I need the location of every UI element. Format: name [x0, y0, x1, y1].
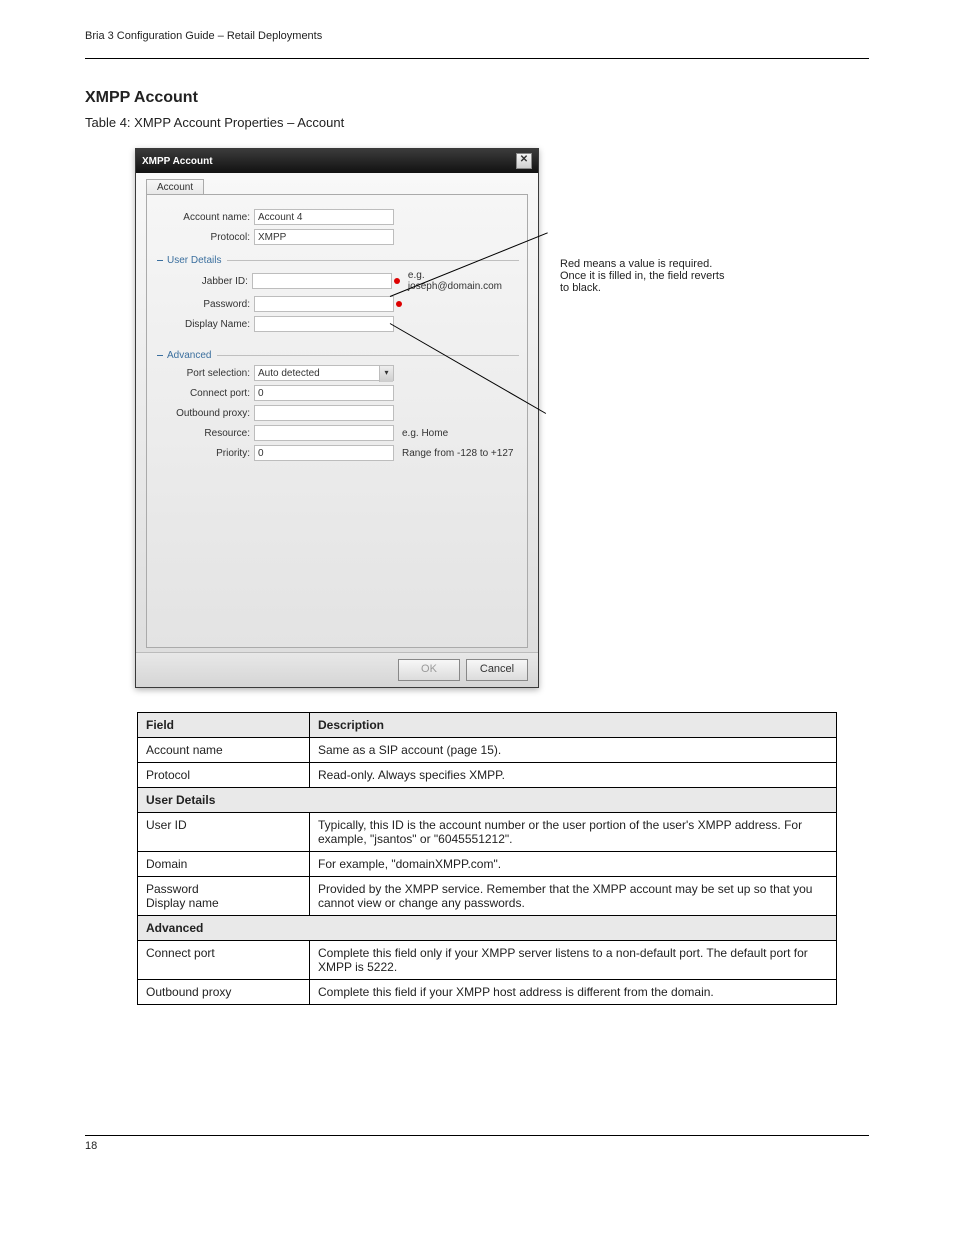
connect-port-input[interactable]: 0	[254, 385, 394, 401]
priority-hint: Range from -128 to +127	[402, 448, 513, 459]
table-cell: Typically, this ID is the account number…	[310, 813, 837, 852]
tab-account[interactable]: Account	[146, 179, 204, 195]
resource-input[interactable]	[254, 425, 394, 441]
page-number: 18	[85, 1140, 97, 1152]
callout-text: Red means a value is required. Once it i…	[560, 258, 730, 294]
resource-hint: e.g. Home	[402, 428, 448, 439]
outbound-proxy-input[interactable]	[254, 405, 394, 421]
table-cell: For example, "domainXMPP.com".	[310, 852, 837, 877]
jabber-id-label: Jabber ID:	[155, 276, 252, 287]
table-cell: User ID	[138, 813, 310, 852]
display-name-label: Display Name:	[155, 319, 254, 330]
account-name-input[interactable]: Account 4	[254, 209, 394, 225]
table-header-field: Field	[138, 713, 310, 738]
priority-label: Priority:	[155, 448, 254, 459]
table-section-advanced: Advanced	[138, 916, 837, 941]
jabber-id-input[interactable]	[252, 273, 392, 289]
dialog-title: XMPP Account	[142, 156, 213, 167]
password-input[interactable]	[254, 296, 394, 312]
cancel-button[interactable]: Cancel	[466, 659, 528, 681]
protocol-input: XMPP	[254, 229, 394, 245]
display-name-input[interactable]	[254, 316, 394, 332]
header-rule	[85, 58, 869, 59]
table-header-description: Description	[310, 713, 837, 738]
table-cell: Same as a SIP account (page 15).	[310, 738, 837, 763]
required-dot	[394, 278, 400, 284]
table-cell: Password Display name	[138, 877, 310, 916]
ok-button[interactable]: OK	[398, 659, 460, 681]
table-cell: Complete this field only if your XMPP se…	[310, 941, 837, 980]
account-name-label: Account name:	[155, 212, 254, 223]
properties-table: Field Description Account name Same as a…	[137, 712, 837, 1005]
port-selection-select[interactable]: Auto detected▾	[254, 365, 394, 381]
table-cell: Read-only. Always specifies XMPP.	[310, 763, 837, 788]
password-label: Password:	[155, 299, 254, 310]
connect-port-label: Connect port:	[155, 388, 254, 399]
user-details-legend: User Details	[167, 255, 221, 266]
footer-rule	[85, 1135, 869, 1136]
required-dot	[396, 301, 402, 307]
port-selection-label: Port selection:	[155, 368, 254, 379]
table-cell: Domain	[138, 852, 310, 877]
resource-label: Resource:	[155, 428, 254, 439]
section-heading: XMPP Account	[85, 89, 869, 107]
protocol-label: Protocol:	[155, 232, 254, 243]
table-cell: Protocol	[138, 763, 310, 788]
table-cell: Connect port	[138, 941, 310, 980]
xmpp-account-dialog: XMPP Account ✕ Account Account name: Acc…	[135, 148, 539, 688]
table-caption-intro: Table 4: XMPP Account Properties – Accou…	[85, 115, 869, 130]
chevron-down-icon[interactable]: ▾	[379, 366, 393, 382]
close-icon[interactable]: ✕	[516, 153, 532, 169]
table-cell: Provided by the XMPP service. Remember t…	[310, 877, 837, 916]
header-product: Bria 3 Configuration Guide – Retail Depl…	[85, 30, 322, 42]
table-cell: Complete this field if your XMPP host ad…	[310, 980, 837, 1005]
table-cell: Account name	[138, 738, 310, 763]
priority-input[interactable]: 0	[254, 445, 394, 461]
outbound-proxy-label: Outbound proxy:	[155, 408, 254, 419]
table-section-user-details: User Details	[138, 788, 837, 813]
advanced-legend: Advanced	[167, 350, 211, 361]
table-cell: Outbound proxy	[138, 980, 310, 1005]
